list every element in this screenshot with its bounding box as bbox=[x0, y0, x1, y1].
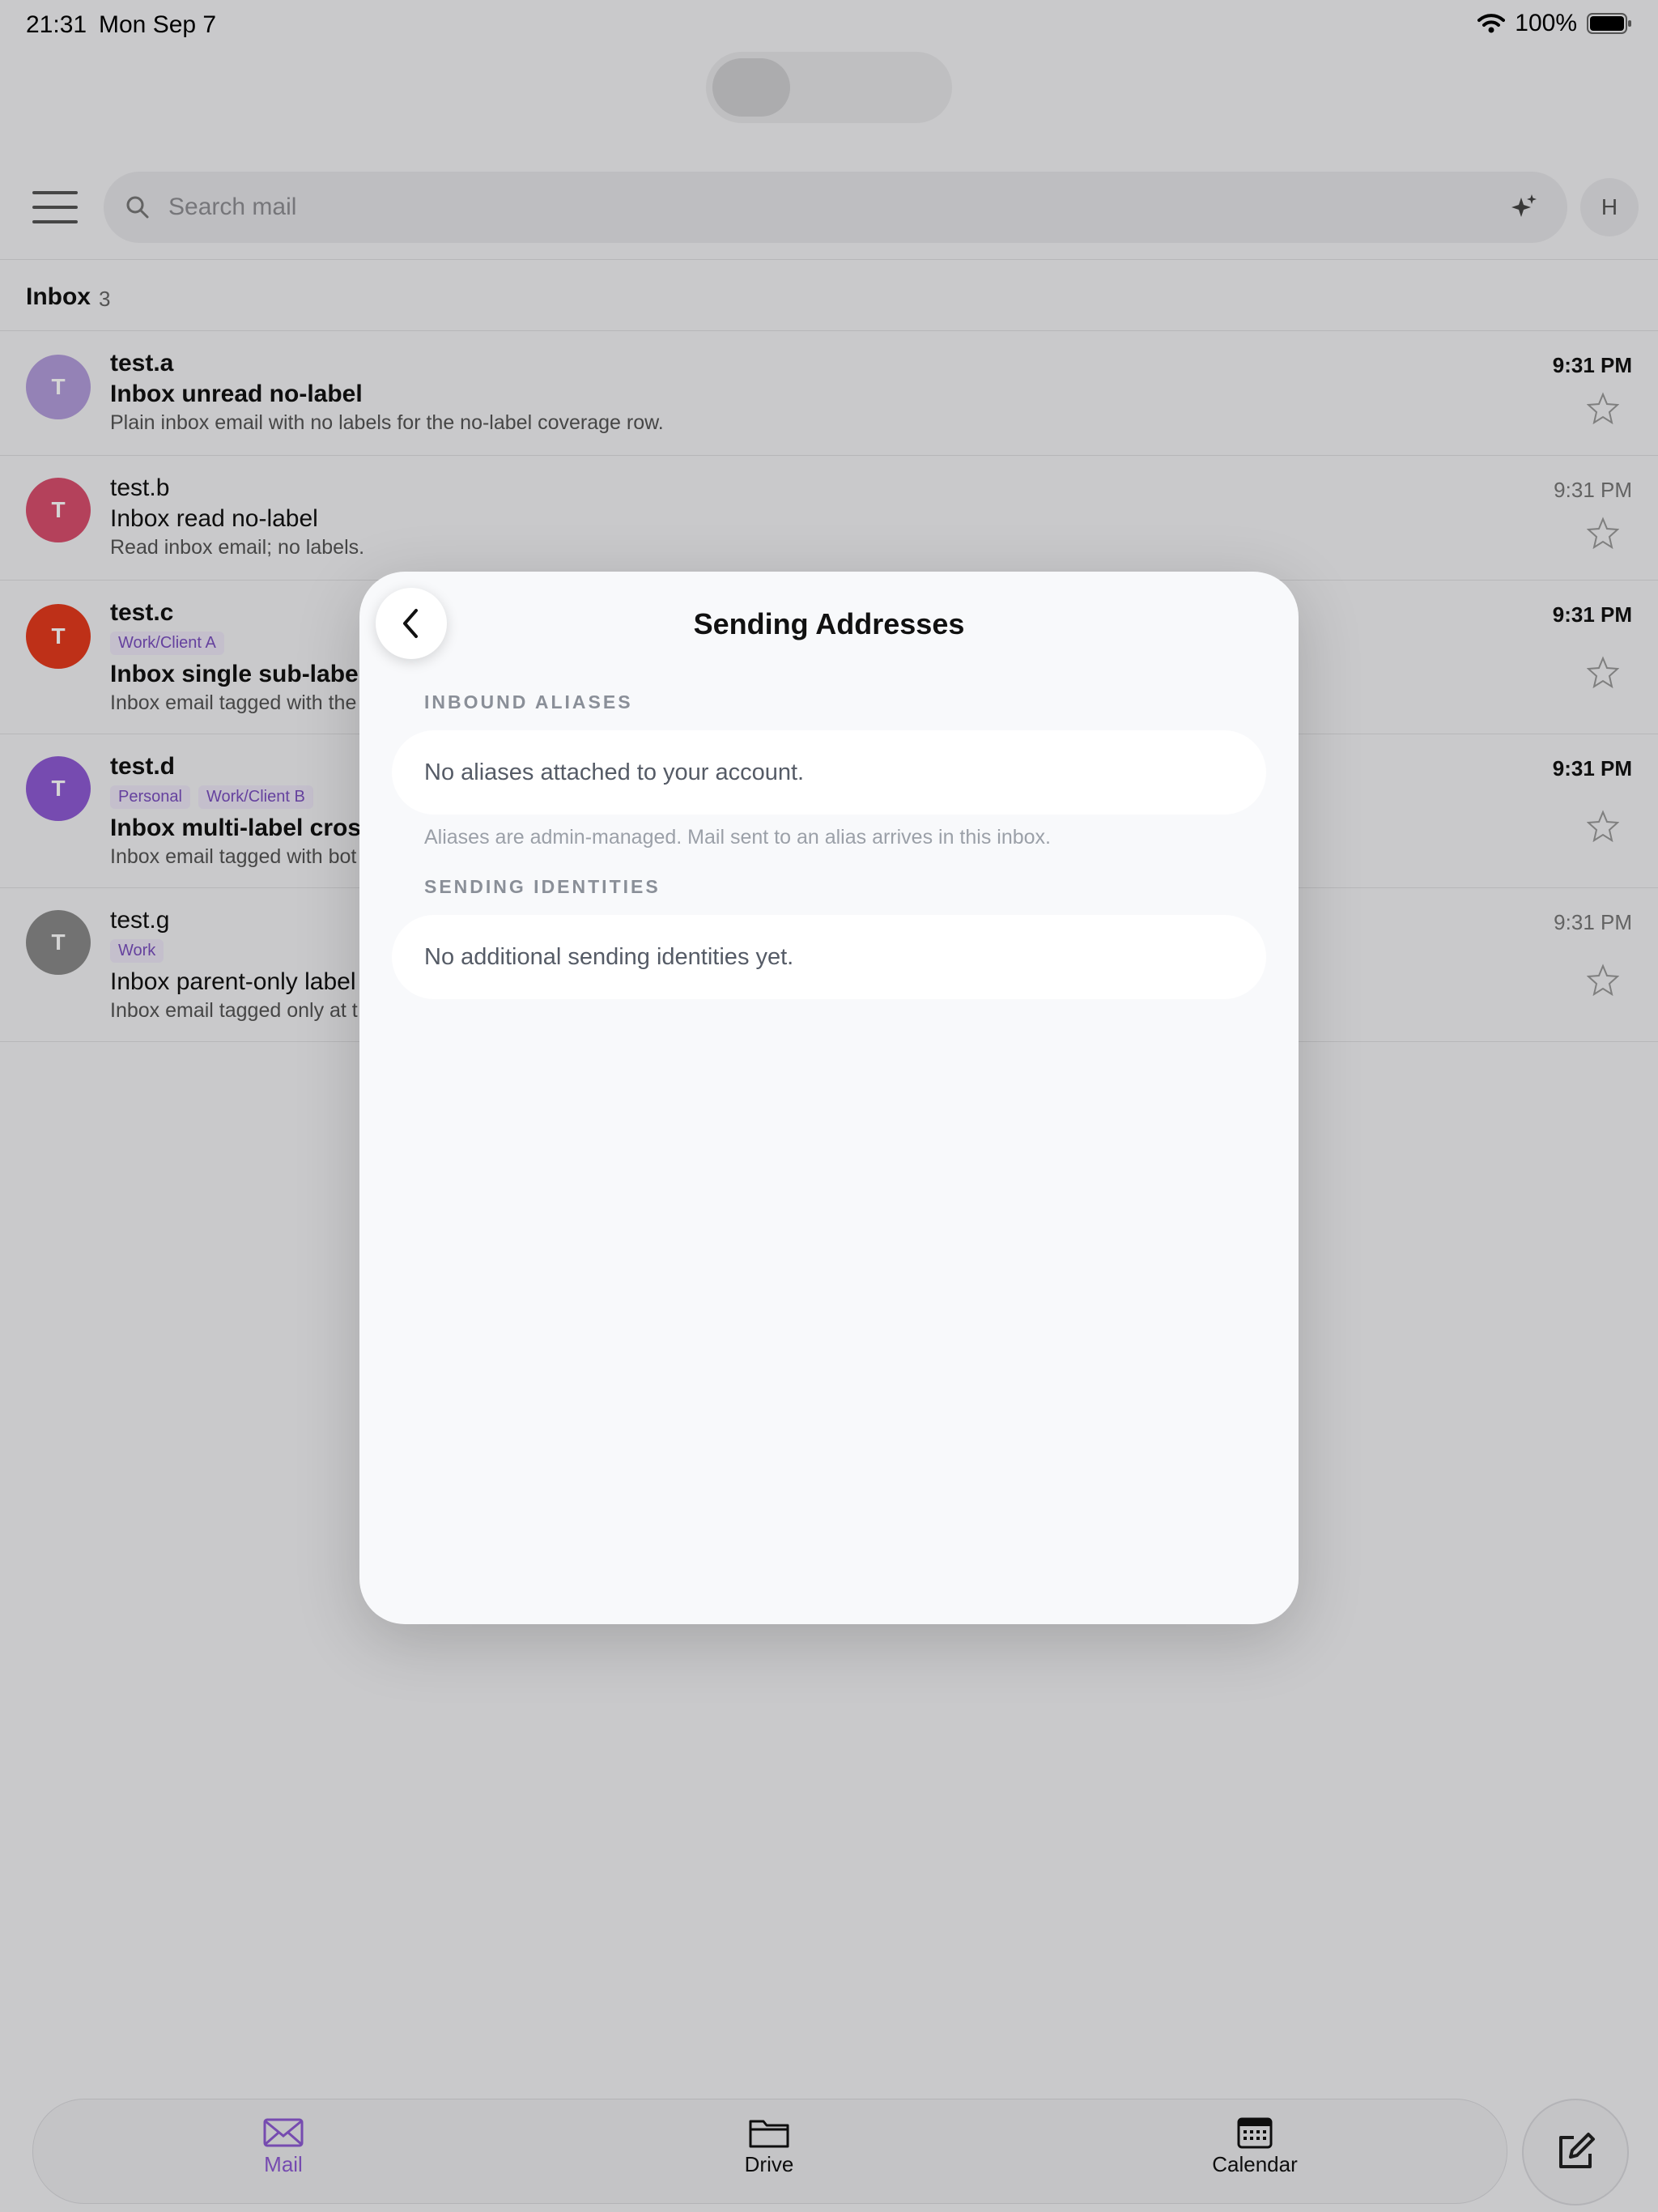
section-label-sending-identities: SENDING IDENTITIES bbox=[424, 876, 661, 897]
inbound-aliases-helper: Aliases are admin-managed. Mail sent to … bbox=[424, 826, 1051, 849]
modal-title: Sending Addresses bbox=[693, 607, 965, 640]
inbound-aliases-card: No aliases attached to your account. bbox=[392, 730, 1266, 815]
sending-identities-card: No additional sending identities yet. bbox=[392, 915, 1266, 999]
section-label-inbound-aliases: INBOUND ALIASES bbox=[424, 691, 633, 713]
sending-addresses-sheet: Sending Addresses INBOUND ALIASES No ali… bbox=[359, 572, 1299, 1624]
sending-identities-empty-text: No additional sending identities yet. bbox=[424, 943, 794, 970]
inbound-aliases-empty-text: No aliases attached to your account. bbox=[424, 759, 805, 785]
